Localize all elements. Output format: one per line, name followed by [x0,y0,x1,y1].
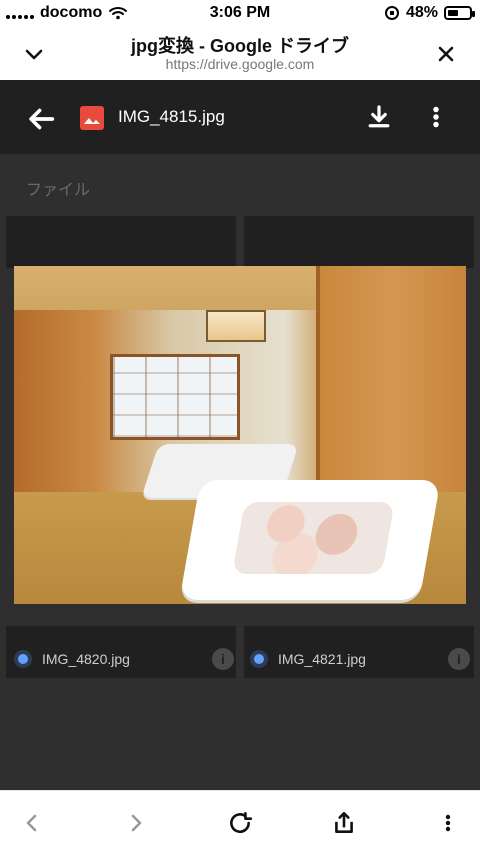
more-vert-icon[interactable] [426,102,446,132]
photo-lamp [206,310,266,342]
info-icon[interactable]: i [212,648,234,670]
browser-bottom-toolbar [0,790,480,855]
file-tile-1-name: IMG_4820.jpg [42,651,130,667]
battery-icon [444,6,475,20]
browser-header: jpg変換 - Google ドライブ https://drive.google… [0,28,480,80]
share-icon[interactable] [326,805,362,841]
battery-fill [448,10,458,16]
reload-icon[interactable] [222,805,258,841]
back-icon[interactable] [14,805,50,841]
orientation-lock-icon [384,6,399,20]
image-icon [250,650,268,668]
viewer-filename: IMG_4815.jpg [118,107,225,126]
file-tile-2[interactable]: IMG_4821.jpg i [250,640,470,678]
page-url: https://drive.google.com [165,56,315,72]
photo-closet-doors [316,266,466,516]
more-vert-icon[interactable] [430,805,466,841]
chevron-down-icon[interactable] [18,38,50,70]
file-tile-1[interactable]: IMG_4820.jpg i [14,640,234,678]
files-section-label: ファイル [26,182,91,199]
battery-percent: 48% [405,4,438,21]
viewer-topbar: IMG_4815.jpg [0,80,480,154]
image-file-icon [80,106,104,130]
back-arrow-icon[interactable] [24,102,58,136]
photo-window [110,354,240,440]
file-tile-2-name: IMG_4821.jpg [278,651,366,667]
download-icon[interactable] [364,102,394,132]
forward-icon[interactable] [118,805,154,841]
info-icon[interactable]: i [448,648,470,670]
page-title: jpg変換 - Google ドライブ [131,36,349,56]
photo-futon-front [179,480,441,600]
status-right: 48% [384,4,475,22]
image-preview[interactable] [14,266,466,604]
close-icon[interactable] [430,38,462,70]
status-bar: docomo 3:06 PM 48% [0,0,480,28]
image-icon [14,650,32,668]
